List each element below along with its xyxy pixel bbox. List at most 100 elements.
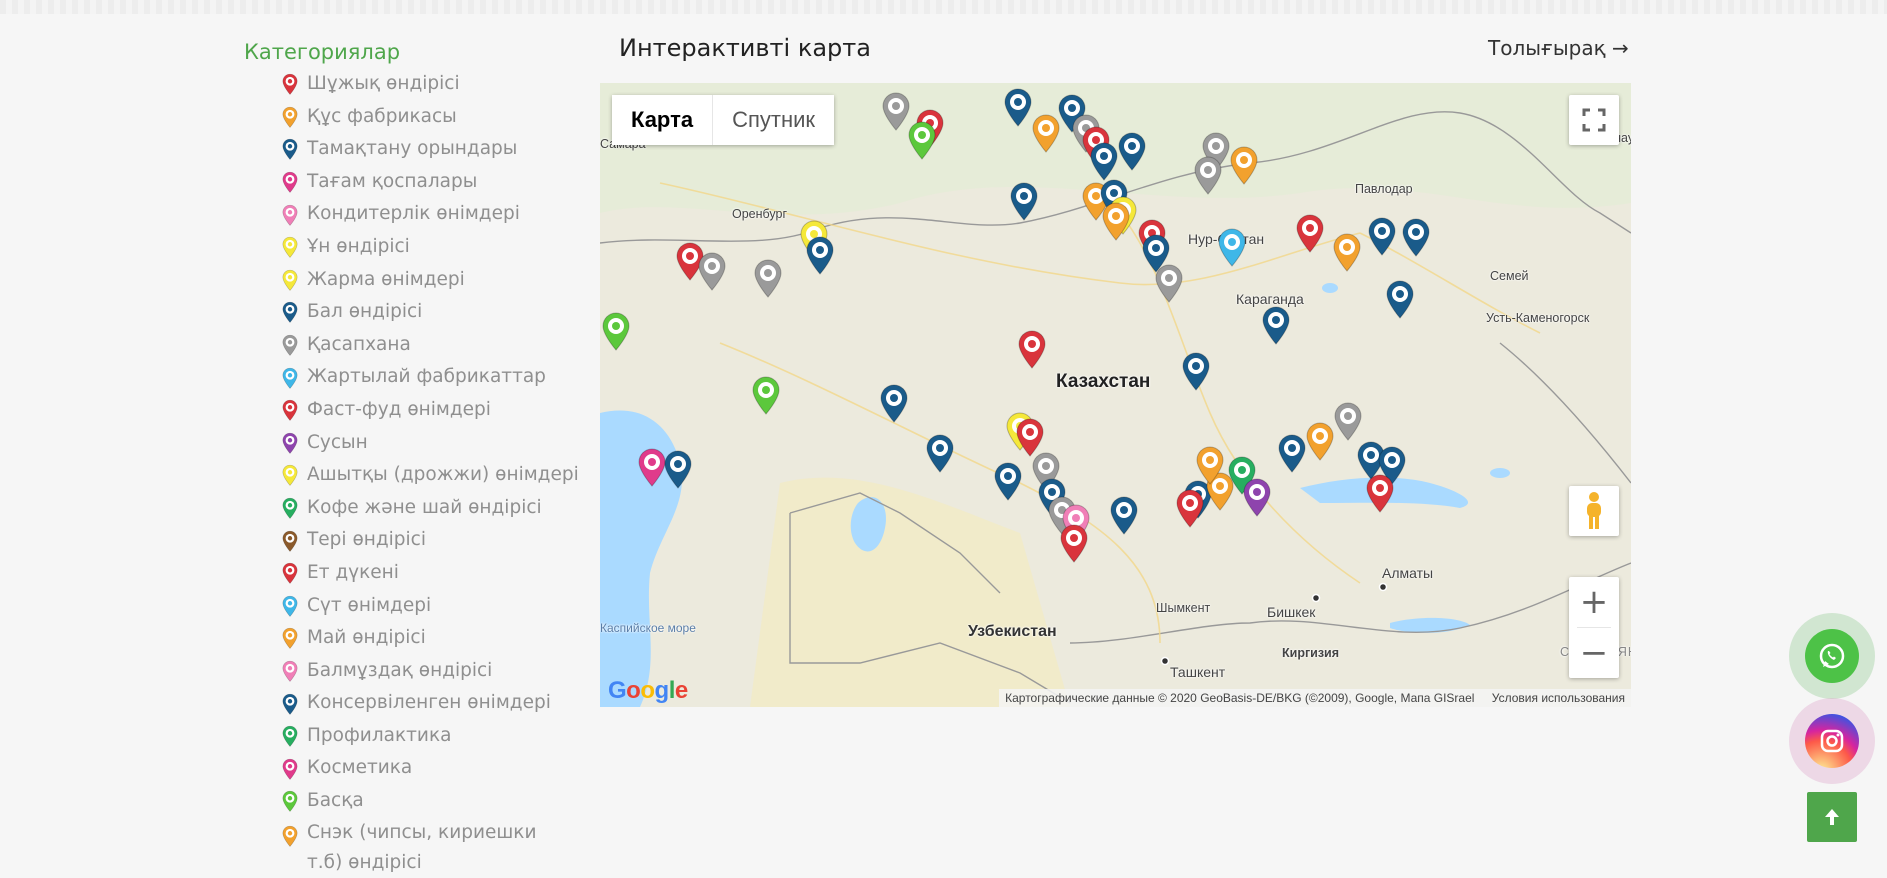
map-marker[interactable] <box>662 449 694 489</box>
map-type-control: Карта Спутник <box>612 95 835 145</box>
category-pin-icon <box>281 530 299 552</box>
category-item[interactable]: Ашытқы (дрожжи) өнімдері <box>281 459 579 492</box>
categories-list: Шұжық өндірісі Құс фабрикасы Тамақтану оры… <box>244 68 579 878</box>
map-marker[interactable] <box>1100 201 1132 241</box>
map-marker[interactable] <box>1241 477 1273 517</box>
category-pin-icon <box>281 399 299 422</box>
category-label: Кофе және шай өндірісі <box>307 496 542 518</box>
category-label: Кондитерлік өнімдері <box>307 203 520 225</box>
category-pin-icon <box>281 595 299 617</box>
zoom-control: + − <box>1569 577 1619 678</box>
map-marker[interactable] <box>1228 145 1260 185</box>
map-marker[interactable] <box>1216 227 1248 267</box>
category-item[interactable]: Ет дүкені <box>281 557 574 590</box>
category-item[interactable]: Профилактика <box>281 720 574 753</box>
category-item[interactable]: Снэк (чипсы, кириешки т.б) өндірісі <box>281 818 574 878</box>
map-marker[interactable] <box>1364 473 1396 513</box>
category-pin-icon <box>281 497 299 519</box>
map-marker[interactable] <box>992 461 1024 501</box>
category-item[interactable]: Сүт өнімдері <box>281 590 574 623</box>
zoom-in-button[interactable]: + <box>1569 577 1619 627</box>
category-pin-icon <box>281 334 299 356</box>
category-pin-icon <box>281 171 299 193</box>
category-item[interactable]: Құс фабрикасы <box>281 101 574 134</box>
category-item[interactable]: Ұн өндірісі <box>281 231 574 264</box>
map-marker[interactable] <box>750 375 782 415</box>
whatsapp-button[interactable] <box>1789 613 1875 699</box>
arrow-up-icon <box>1825 809 1839 825</box>
map-type-map-button[interactable]: Карта <box>612 95 714 145</box>
category-item[interactable]: Косметика <box>281 752 574 785</box>
map-marker[interactable] <box>1174 488 1206 528</box>
category-item[interactable]: Шұжық өндірісі <box>281 68 574 101</box>
interactive-map[interactable]: Самара Оренбург Павлодар Нур-Султан Кара… <box>600 83 1631 707</box>
category-label: Жартылай фабрикаттар <box>307 366 546 388</box>
map-marker[interactable] <box>1384 279 1416 319</box>
category-pin-icon <box>281 204 299 226</box>
map-marker[interactable] <box>1194 445 1226 485</box>
category-item[interactable]: Қасапхана <box>281 329 574 362</box>
categories-sidebar: Категориялар Шұжық өндірісі Құс фабрикасы… <box>244 38 579 878</box>
category-label: Ұн өндірісі <box>307 235 410 257</box>
category-pin-icon <box>281 269 299 291</box>
category-pin-icon <box>281 758 299 780</box>
instagram-button[interactable] <box>1789 698 1875 784</box>
category-item[interactable]: Фаст-фуд өнімдері <box>281 394 574 427</box>
map-marker[interactable] <box>924 433 956 473</box>
map-marker[interactable] <box>1058 523 1090 563</box>
map-marker[interactable] <box>1016 329 1048 369</box>
category-item[interactable]: Тағам қоспалары <box>281 166 574 199</box>
category-pin-icon <box>281 106 299 128</box>
scroll-top-button[interactable] <box>1807 792 1857 842</box>
map-marker[interactable] <box>1116 131 1148 171</box>
map-marker[interactable] <box>1153 263 1185 303</box>
map-marker[interactable] <box>1260 305 1292 345</box>
category-pin-icon <box>281 138 299 161</box>
map-marker[interactable] <box>1180 351 1212 391</box>
category-item[interactable]: Кофе және шай өндірісі <box>281 492 574 525</box>
category-item[interactable]: Консервіленген өнімдері <box>281 687 574 720</box>
terms-link[interactable]: Условия использования <box>1492 691 1625 705</box>
map-marker[interactable] <box>1108 495 1140 535</box>
map-marker[interactable] <box>1294 213 1326 253</box>
category-item[interactable]: Май өндірісі <box>281 622 574 655</box>
category-item[interactable]: Жартылай фабрикаттар <box>281 361 574 394</box>
category-label: Жарма өнімдері <box>307 268 465 290</box>
map-marker[interactable] <box>804 235 836 275</box>
map-marker[interactable] <box>1192 155 1224 195</box>
map-marker[interactable] <box>1400 217 1432 257</box>
attribution-text: Картографические данные © 2020 GeoBasis-… <box>1005 691 1475 705</box>
map-marker[interactable] <box>906 120 938 160</box>
category-pin-icon <box>281 790 299 813</box>
map-marker[interactable] <box>1331 232 1363 272</box>
category-label: Фаст-фуд өнімдері <box>307 398 491 420</box>
category-label: Құс фабрикасы <box>307 105 457 127</box>
map-type-satellite-button[interactable]: Спутник <box>713 95 835 145</box>
category-label: Тағам қоспалары <box>307 170 478 192</box>
category-label: Консервіленген өнімдері <box>307 692 551 714</box>
category-label: Сүт өнімдері <box>307 594 432 616</box>
category-label: Ет дүкені <box>307 561 399 583</box>
category-item[interactable]: Бал өндірісі <box>281 296 574 329</box>
map-marker[interactable] <box>696 251 728 291</box>
map-marker[interactable] <box>600 311 632 351</box>
map-marker[interactable] <box>878 383 910 423</box>
category-item[interactable]: Жарма өнімдері <box>281 264 574 297</box>
category-item[interactable]: Кондитерлік өнімдері <box>281 198 574 231</box>
map-marker[interactable] <box>752 258 784 298</box>
more-link[interactable]: Толығырақ → <box>1488 36 1629 60</box>
category-item[interactable]: Басқа <box>281 785 574 818</box>
category-item[interactable]: Тері өндірісі <box>281 524 574 557</box>
street-view-pegman[interactable] <box>1569 486 1619 536</box>
category-pin-icon <box>281 73 299 96</box>
zoom-out-button[interactable]: − <box>1569 628 1619 678</box>
category-label: Косметика <box>307 757 413 779</box>
map-marker[interactable] <box>1366 216 1398 256</box>
category-label: Сусын <box>307 431 368 453</box>
category-item[interactable]: Балмұздақ өндірісі <box>281 655 574 688</box>
category-item[interactable]: Сусын <box>281 427 574 460</box>
map-marker[interactable] <box>1008 181 1040 221</box>
fullscreen-button[interactable] <box>1569 95 1619 145</box>
category-item[interactable]: Тамақтану орындары <box>281 133 574 166</box>
map-marker[interactable] <box>1332 401 1364 441</box>
